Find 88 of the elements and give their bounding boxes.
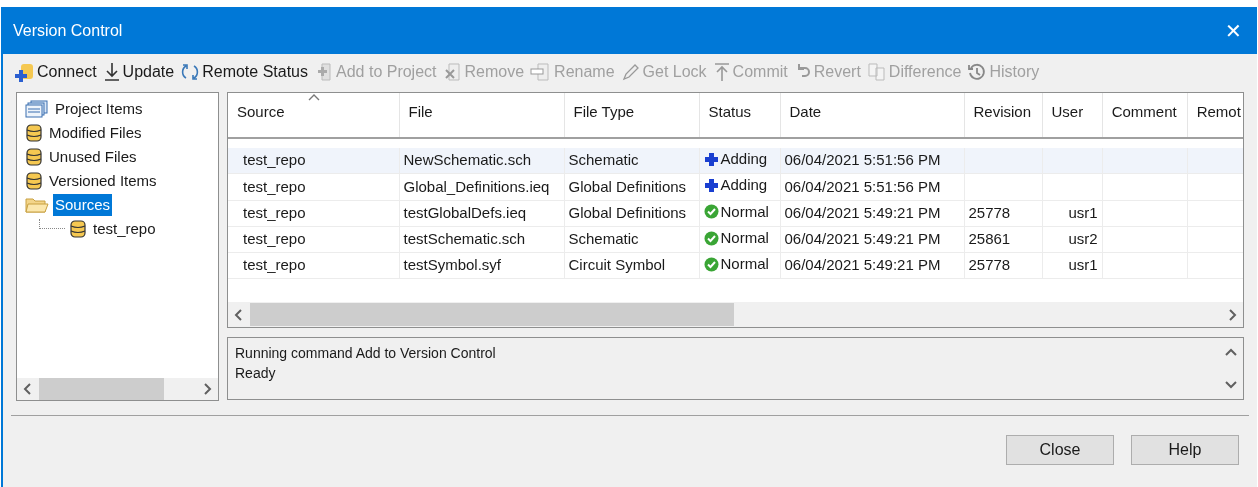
documents-icon xyxy=(866,62,887,82)
refresh-icon xyxy=(180,62,201,82)
database-icon xyxy=(25,147,43,167)
table-cell-text: Adding xyxy=(720,149,768,169)
table-cell: usr1 xyxy=(1068,256,1098,274)
checkmark-icon xyxy=(703,204,719,220)
column-header[interactable]: Date xyxy=(780,93,964,138)
table-cell: 25778 xyxy=(968,256,1011,274)
table-cell: Schematic xyxy=(568,151,639,169)
table-cell: usr2 xyxy=(1068,230,1098,248)
dialog-button[interactable]: Help xyxy=(1131,435,1239,465)
table-cell: 06/04/2021 5:51:56 PM xyxy=(784,177,941,195)
table-cell: 06/04/2021 5:49:21 PM xyxy=(784,230,941,248)
document-remove-icon xyxy=(442,62,463,82)
scrollbar-thumb[interactable] xyxy=(39,378,164,400)
table-cell: Global_Definitions.ieq xyxy=(403,177,550,195)
pencil-icon xyxy=(620,62,641,82)
column-header[interactable]: Comment xyxy=(1102,93,1188,138)
table-cell: test_repo xyxy=(243,230,306,248)
table-row[interactable]: test_repo NewSchematic.sch Schematic Adding 06/04/2021 5:51:56 PM xyxy=(228,148,1243,174)
tree-item[interactable]: test_repo xyxy=(91,217,158,241)
table-row[interactable]: test_repo testGlobalDefs.ieq Global Definitions Normal 06/04/2021 5:49:21 PM 25778 usr1 xyxy=(228,200,1243,227)
table-cell: Schematic xyxy=(568,230,639,248)
tree-item[interactable]: Sources xyxy=(53,193,113,217)
upload-arrow-icon xyxy=(712,62,731,82)
tree-item[interactable]: Unused Files xyxy=(47,145,139,169)
column-header[interactable]: Revision xyxy=(964,93,1042,138)
column-header[interactable]: Remot xyxy=(1187,93,1243,138)
scroll-right-icon[interactable] xyxy=(202,383,212,395)
toolbar-button[interactable]: Update xyxy=(102,60,175,84)
scroll-left-icon[interactable] xyxy=(23,383,33,395)
table-cell: testSymbol.syf xyxy=(403,256,502,274)
connect-icon xyxy=(13,62,35,82)
checkmark-icon xyxy=(703,256,719,272)
column-header[interactable]: File Type xyxy=(564,93,699,138)
column-header[interactable]: User xyxy=(1042,93,1103,138)
table-cell: Global Definitions xyxy=(568,203,687,221)
sort-ascending-icon xyxy=(308,93,320,101)
table-cell: test_repo xyxy=(243,151,306,169)
windows-icon xyxy=(25,100,49,118)
scroll-left-icon[interactable] xyxy=(234,308,244,321)
scroll-up-icon[interactable] xyxy=(1224,348,1237,358)
toolbar-button[interactable]: Remote Status xyxy=(180,60,308,84)
database-icon xyxy=(25,171,43,191)
table-cell: 25778 xyxy=(968,203,1011,221)
scrollbar-thumb[interactable] xyxy=(250,303,734,326)
column-header[interactable]: File xyxy=(399,93,564,138)
dialog-button[interactable]: Close xyxy=(1006,435,1114,465)
column-header[interactable]: Source xyxy=(228,93,399,138)
download-arrow-icon xyxy=(102,62,121,82)
checkmark-icon xyxy=(703,230,719,246)
table-cell: testGlobalDefs.ieq xyxy=(403,203,527,221)
history-icon xyxy=(967,62,988,82)
table-cell: testSchematic.sch xyxy=(403,230,526,248)
window-title: Version Control xyxy=(13,20,123,41)
table-cell: test_repo xyxy=(243,177,306,195)
scroll-right-icon[interactable] xyxy=(1227,308,1237,321)
log-line: Running command Add to Version Control xyxy=(235,344,497,363)
table-row[interactable]: test_repo testSymbol.syf Circuit Symbol Normal 06/04/2021 5:49:21 PM 25778 usr1 xyxy=(228,252,1243,279)
tree-item[interactable]: Project Items xyxy=(53,97,145,121)
plus-icon xyxy=(703,178,719,193)
table-cell-text: Normal xyxy=(720,227,769,248)
table-cell-text: Normal xyxy=(720,254,769,274)
close-button[interactable]: ✕ xyxy=(1213,10,1253,51)
table-row[interactable]: test_repo testSchematic.sch Schematic Normal 06/04/2021 5:49:21 PM 25861 usr2 xyxy=(228,226,1243,253)
table-cell: 06/04/2021 5:51:56 PM xyxy=(784,151,941,169)
scroll-down-icon[interactable] xyxy=(1224,379,1237,389)
table-row[interactable]: test_repo Global_Definitions.ieq Global Definitions Adding 06/04/2021 5:51:56 PM xyxy=(228,173,1243,200)
plus-icon xyxy=(703,151,719,167)
table-cell: test_repo xyxy=(243,256,306,274)
table-cell: NewSchematic.sch xyxy=(403,151,532,169)
table-cell: Circuit Symbol xyxy=(568,256,666,274)
table-cell: usr1 xyxy=(1068,203,1098,221)
tree-item[interactable]: Modified Files xyxy=(47,121,144,145)
toolbar-button[interactable]: Connect xyxy=(13,60,97,84)
database-icon xyxy=(25,123,43,143)
table-cell: Global Definitions xyxy=(568,177,687,195)
database-icon xyxy=(69,219,87,239)
column-header[interactable]: Status xyxy=(699,93,780,138)
table-cell: test_repo xyxy=(243,203,306,221)
table-cell: 25861 xyxy=(968,230,1011,248)
table-cell: 06/04/2021 5:49:21 PM xyxy=(784,203,941,221)
table-cell-text: Adding xyxy=(720,175,768,196)
tree-item[interactable]: Versioned Items xyxy=(47,169,159,193)
folder-icon xyxy=(25,196,49,214)
log-line: Ready xyxy=(235,364,277,383)
table-cell-text: Normal xyxy=(720,201,769,222)
table-cell: 06/04/2021 5:49:21 PM xyxy=(784,256,941,274)
